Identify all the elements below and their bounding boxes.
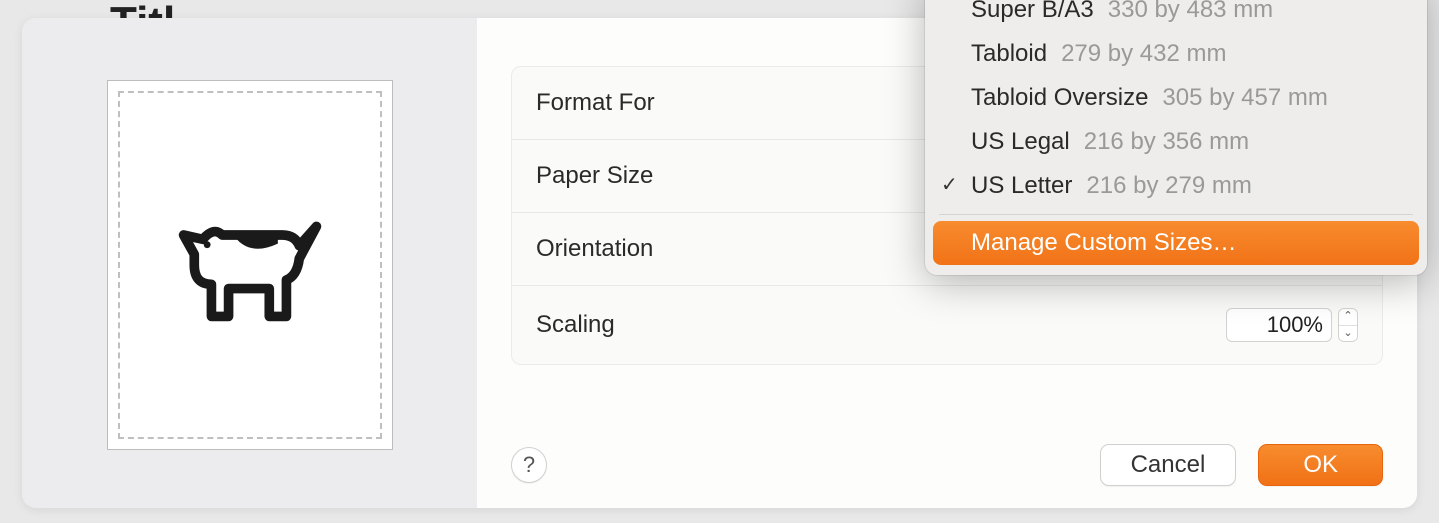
bottom-bar: ? Cancel OK xyxy=(511,444,1383,486)
menu-item-us-legal[interactable]: US Legal 216 by 356 mm xyxy=(933,120,1419,164)
scaling-step-down[interactable]: ⌄ xyxy=(1339,326,1357,342)
scaling-label: Scaling xyxy=(536,311,615,339)
menu-item-tabloid-oversize[interactable]: Tabloid Oversize 305 by 457 mm xyxy=(933,76,1419,120)
menu-item-dimensions: 216 by 279 mm xyxy=(1086,172,1251,200)
page-margin-guide xyxy=(118,91,382,439)
menu-item-label: Manage Custom Sizes… xyxy=(971,229,1236,257)
scaling-row: Scaling ⌃ ⌄ xyxy=(512,286,1382,364)
preview-panel xyxy=(22,18,477,508)
menu-item-label: Super B/A3 xyxy=(971,0,1094,24)
scaling-step-up[interactable]: ⌃ xyxy=(1339,309,1357,326)
menu-item-label: Tabloid Oversize xyxy=(971,84,1148,112)
menu-item-manage-custom-sizes[interactable]: Manage Custom Sizes… xyxy=(933,221,1419,265)
paper-size-label: Paper Size xyxy=(536,162,653,190)
scaling-stepper: ⌃ ⌄ xyxy=(1338,308,1358,342)
menu-item-super-b-a3[interactable]: Super B/A3 330 by 483 mm xyxy=(933,0,1419,32)
menu-item-us-letter[interactable]: ✓ US Letter 216 by 279 mm xyxy=(933,164,1419,208)
format-for-label: Format For xyxy=(536,89,655,117)
cancel-button[interactable]: Cancel xyxy=(1100,444,1237,486)
menu-item-label: US Legal xyxy=(971,128,1070,156)
menu-item-dimensions: 330 by 483 mm xyxy=(1108,0,1273,24)
menu-item-label: Tabloid xyxy=(971,40,1047,68)
menu-item-tabloid[interactable]: Tabloid 279 by 432 mm xyxy=(933,32,1419,76)
menu-item-dimensions: 216 by 356 mm xyxy=(1084,128,1249,156)
checkmark-icon: ✓ xyxy=(941,172,958,197)
menu-item-dimensions: 305 by 457 mm xyxy=(1162,84,1327,112)
page-preview xyxy=(107,80,393,450)
menu-divider xyxy=(939,214,1413,215)
paper-size-popup: Super B/A3 330 by 483 mm Tabloid 279 by … xyxy=(925,0,1427,275)
button-group: Cancel OK xyxy=(1100,444,1383,486)
help-button[interactable]: ? xyxy=(511,447,547,483)
dog-icon xyxy=(175,200,325,330)
ok-button[interactable]: OK xyxy=(1258,444,1383,486)
menu-item-label: US Letter xyxy=(971,172,1072,200)
menu-item-dimensions: 279 by 432 mm xyxy=(1061,40,1226,68)
scaling-input[interactable] xyxy=(1226,308,1332,342)
orientation-label: Orientation xyxy=(536,235,653,263)
